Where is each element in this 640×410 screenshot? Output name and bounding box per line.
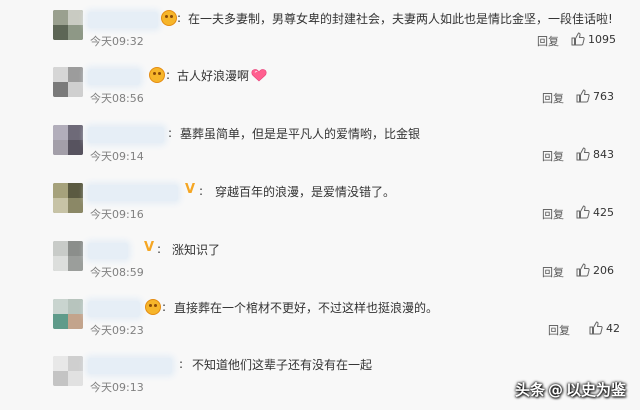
like-count: 1095: [588, 33, 616, 46]
reply-button[interactable]: 回复: [542, 206, 564, 222]
comment-text: 直接葬在一个棺材不更好，不过这样也挺浪漫的。: [174, 301, 439, 315]
colon: :: [177, 11, 182, 25]
thumbs-up-icon: [589, 321, 603, 335]
like-count: 843: [593, 148, 614, 161]
avatar[interactable]: [53, 67, 83, 97]
reply-button[interactable]: 回复: [542, 148, 564, 164]
avatar[interactable]: [53, 299, 83, 329]
like-button[interactable]: 843: [576, 147, 614, 161]
thumbs-up-icon: [571, 32, 585, 46]
reply-button[interactable]: 回复: [537, 33, 559, 49]
username-blurred[interactable]: [88, 69, 140, 85]
comment-item: V : 穿越百年的浪漫，是爱情没错了。 今天09:16 回复 425: [40, 173, 630, 232]
comment-time: 今天09:16: [90, 208, 144, 221]
colon: :: [179, 357, 184, 371]
watermark-separator: @: [547, 381, 563, 399]
like-count: 206: [593, 264, 614, 277]
username-blurred[interactable]: [88, 301, 140, 317]
comment-time: 今天08:59: [90, 266, 144, 279]
username-blurred[interactable]: [88, 127, 164, 143]
colon: :: [199, 184, 204, 198]
comment-item: : 在一夫多妻制，男尊女卑的封建社会，夫妻两人如此也是情比金坚，一段佳话啦! 今…: [40, 0, 630, 58]
reply-button[interactable]: 回复: [542, 264, 564, 280]
comment-text: 不知道他们这辈子还有没有在一起: [192, 358, 373, 372]
like-button[interactable]: 763: [576, 89, 614, 103]
like-button[interactable]: 206: [576, 263, 614, 277]
avatar[interactable]: [53, 356, 83, 386]
comment-text: 墓葬虽简单，但是是平凡人的爱情哟，比金银: [180, 127, 421, 141]
comment-item: V : 涨知识了 今天08:59 回复 206: [40, 231, 630, 290]
verified-v-icon: V: [185, 182, 196, 197]
reply-button[interactable]: 回复: [548, 322, 570, 338]
username-blurred[interactable]: [88, 243, 128, 259]
thumbs-up-icon: [576, 147, 590, 161]
member-badge-icon: [149, 67, 165, 83]
comment-text: 古人好浪漫啊: [177, 67, 267, 84]
like-button[interactable]: 425: [576, 205, 614, 219]
like-count: 425: [593, 206, 614, 219]
colon: :: [157, 242, 162, 256]
like-button[interactable]: 42: [589, 321, 620, 335]
colon: :: [168, 126, 173, 140]
colon: :: [162, 300, 167, 314]
avatar[interactable]: [53, 10, 83, 40]
username-blurred[interactable]: [88, 358, 172, 374]
colon: :: [166, 68, 171, 82]
like-count: 763: [593, 90, 614, 103]
comment-time: 今天09:23: [90, 324, 144, 337]
watermark-brand: 头条: [514, 381, 545, 399]
comment-item: : 直接葬在一个棺材不更好，不过这样也挺浪漫的。 今天09:23 回复 42: [40, 289, 630, 347]
username-blurred[interactable]: [88, 185, 178, 201]
username-blurred[interactable]: [88, 12, 158, 28]
watermark-account: 以史为鉴: [565, 381, 626, 399]
comment-time: 今天09:14: [90, 150, 144, 163]
comment-item: : 不知道他们这辈子还有没有在一起 今天09:13: [40, 346, 630, 410]
avatar[interactable]: [53, 125, 83, 155]
thumbs-up-icon: [576, 89, 590, 103]
like-button[interactable]: 1095: [571, 32, 616, 46]
comment-text: 在一夫多妻制，男尊女卑的封建社会，夫妻两人如此也是情比金坚，一段佳话啦!: [188, 12, 613, 26]
comment-time: 今天09:32: [90, 35, 144, 48]
comment-time: 今天09:13: [90, 381, 144, 394]
reply-button[interactable]: 回复: [542, 90, 564, 106]
avatar[interactable]: [53, 183, 83, 213]
comment-time: 今天08:56: [90, 92, 144, 105]
thumbs-up-icon: [576, 205, 590, 219]
thumbs-up-icon: [576, 263, 590, 277]
avatar[interactable]: [53, 241, 83, 271]
comment-item: : 墓葬虽简单，但是是平凡人的爱情哟，比金银 今天09:14 回复 843: [40, 115, 630, 174]
like-count: 42: [606, 322, 620, 335]
comment-text: 涨知识了: [172, 243, 221, 257]
verified-v-icon: V: [144, 240, 155, 255]
comment-item: : 古人好浪漫啊 今天08:56 回复 763: [40, 57, 630, 116]
heart-emoji-icon: [251, 69, 267, 82]
watermark: 头条 @ 以史为鉴: [515, 379, 626, 400]
comment-feed: : 在一夫多妻制，男尊女卑的封建社会，夫妻两人如此也是情比金坚，一段佳话啦! 今…: [0, 0, 640, 410]
comment-text: 穿越百年的浪漫，是爱情没错了。: [215, 185, 396, 199]
member-badge-icon: [145, 299, 161, 315]
member-badge-icon: [161, 10, 177, 26]
